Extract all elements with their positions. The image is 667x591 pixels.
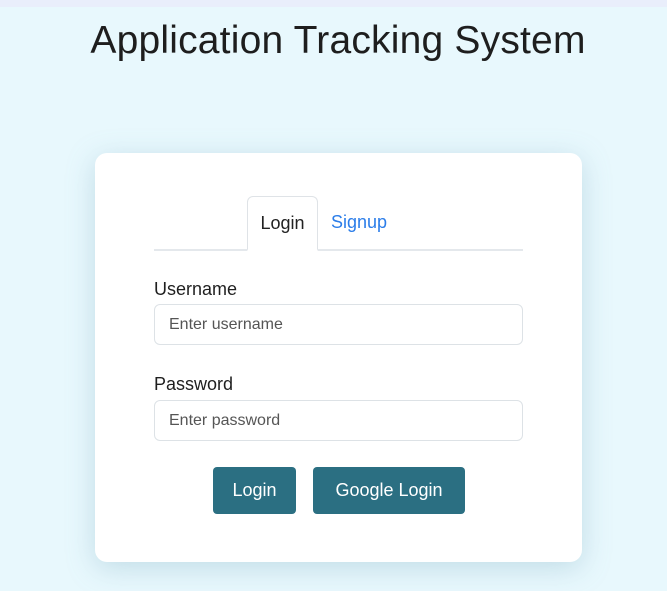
tab-login[interactable]: Login [247, 196, 318, 251]
username-label: Username [154, 279, 238, 299]
username-input[interactable] [154, 304, 523, 345]
page-title: Application Tracking System [90, 19, 586, 62]
google-login-button[interactable]: Google Login [313, 467, 465, 514]
top-strip [0, 0, 667, 7]
password-input[interactable] [154, 400, 523, 441]
login-button[interactable]: Login [213, 467, 296, 514]
login-card: Login Signup Username Password Login Goo… [95, 153, 582, 562]
tab-signup[interactable]: Signup [325, 196, 415, 249]
auth-tabs: Login Signup [154, 196, 523, 251]
password-label: Password [154, 374, 234, 394]
